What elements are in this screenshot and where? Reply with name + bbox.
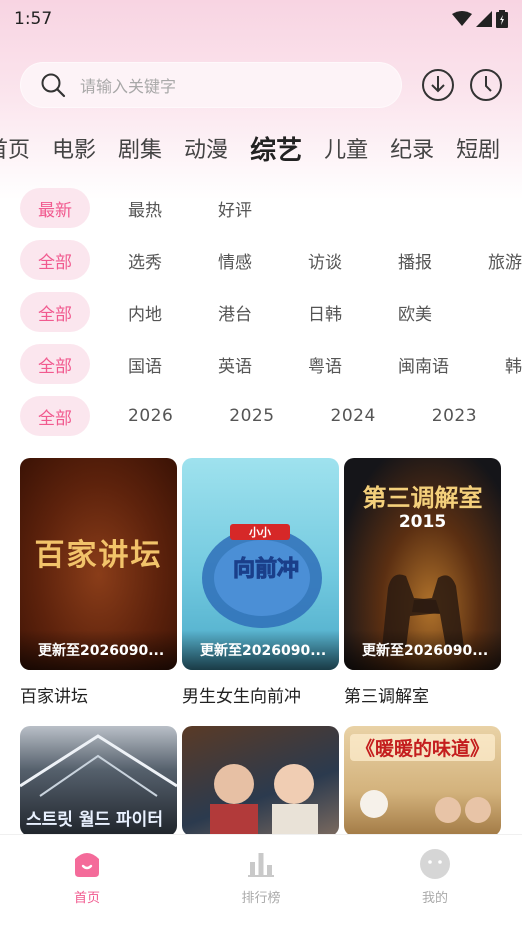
- nav-mine-label: 我的: [421, 891, 448, 906]
- filter-row-sort: 最新 最热 好评: [20, 186, 522, 230]
- nav-ranking[interactable]: 排行榜: [211, 847, 311, 947]
- filter-chip-language[interactable]: 韩语: [487, 344, 522, 384]
- search-placeholder: 请输入关键字: [80, 77, 177, 96]
- category-tabs: 首页 电影 剧集 动漫 综艺 儿童 纪录 短剧: [0, 126, 508, 170]
- filter-chip-region[interactable]: 内地: [110, 292, 180, 332]
- poster-image[interactable]: [182, 726, 339, 836]
- history-button[interactable]: [468, 67, 504, 103]
- filter-chip-region[interactable]: 欧美: [380, 292, 450, 332]
- update-badge: 更新至2026090...: [344, 630, 501, 670]
- poster-title-art: 스트릿 월드 파이터: [26, 810, 163, 830]
- filter-chip-type-all[interactable]: 全部: [20, 240, 90, 280]
- video-title[interactable]: 男生女生向前冲: [182, 682, 339, 712]
- filter-chip-top-rated[interactable]: 好评: [200, 188, 270, 228]
- poster-image[interactable]: 第三调解室 2015 更新至2026090...: [344, 458, 501, 670]
- nav-ranking-label: 排行榜: [241, 891, 281, 906]
- svg-text:小小: 小小: [248, 525, 271, 539]
- filter-chip-year[interactable]: 2025: [211, 396, 292, 436]
- filter-chip-language-all[interactable]: 全部: [20, 344, 90, 384]
- status-bar: 1:57: [0, 0, 522, 38]
- download-button[interactable]: [420, 67, 456, 103]
- filter-chip-hottest[interactable]: 最热: [110, 188, 180, 228]
- nav-home-label: 首页: [73, 891, 100, 906]
- filter-chip-year[interactable]: 2023: [414, 396, 495, 436]
- clock-icon: [470, 69, 502, 101]
- poster-image[interactable]: 百家讲坛 更新至2026090...: [20, 458, 177, 670]
- video-card[interactable]: [182, 726, 339, 836]
- filter-chip-latest[interactable]: 最新: [20, 188, 90, 228]
- tab-anime[interactable]: 动漫: [184, 132, 228, 164]
- poster-title-art: 百家讲坛: [34, 538, 163, 573]
- filter-row-type: 全部 选秀 情感 访谈 播报 旅游 音乐: [20, 238, 522, 282]
- filter-chip-type[interactable]: 播报: [380, 240, 450, 280]
- search-row: 请输入关键字: [20, 62, 510, 108]
- tab-short-drama[interactable]: 短剧: [456, 132, 500, 164]
- poster-art: [360, 790, 491, 823]
- svg-text:向前冲: 向前冲: [233, 556, 299, 582]
- video-card[interactable]: 小小 向前冲 更新至2026090... 男生女生向前冲: [182, 458, 339, 712]
- tab-kids[interactable]: 儿童: [324, 132, 368, 164]
- signal-icon: [476, 11, 492, 27]
- filter-chip-type[interactable]: 选秀: [110, 240, 180, 280]
- filter-row-year: 全部 2026 2025 2024 2023 2022 2021: [20, 394, 522, 438]
- video-grid: 百家讲坛 更新至2026090... 百家讲坛 小小 向前冲 更新至202609…: [20, 458, 502, 836]
- nav-mine[interactable]: 我的: [385, 847, 485, 947]
- search-input[interactable]: 请输入关键字: [20, 62, 402, 108]
- video-title[interactable]: 百家讲坛: [20, 682, 177, 712]
- filter-row-region: 全部 内地 港台 日韩 欧美: [20, 290, 522, 334]
- filter-chip-region-all[interactable]: 全部: [20, 292, 90, 332]
- filter-chip-region[interactable]: 港台: [200, 292, 270, 332]
- filter-row-language: 全部 国语 英语 粤语 闽南语 韩语 日语: [20, 342, 522, 386]
- update-badge: 更新至2026090...: [182, 630, 339, 670]
- poster-image[interactable]: 《暖暖的味道》: [344, 726, 501, 836]
- filter-chip-type[interactable]: 情感: [200, 240, 270, 280]
- filter-chip-year[interactable]: 2024: [313, 396, 394, 436]
- download-icon: [422, 69, 454, 101]
- filter-chip-language[interactable]: 粤语: [290, 344, 360, 384]
- tab-series[interactable]: 剧集: [118, 132, 162, 164]
- status-time: 1:57: [14, 9, 53, 29]
- filter-chip-language[interactable]: 国语: [110, 344, 180, 384]
- video-title[interactable]: 第三调解室: [344, 682, 501, 712]
- video-card[interactable]: 百家讲坛 更新至2026090... 百家讲坛: [20, 458, 177, 712]
- filter-chip-year[interactable]: 2026: [110, 396, 191, 436]
- filter-chip-language[interactable]: 英语: [200, 344, 270, 384]
- tab-variety[interactable]: 综艺: [250, 130, 302, 167]
- status-icons: [452, 10, 508, 28]
- poster-image[interactable]: 小小 向前冲 更新至2026090...: [182, 458, 339, 670]
- video-card[interactable]: 《暖暖的味道》: [344, 726, 501, 836]
- wifi-icon: [452, 11, 472, 26]
- filter-chip-region[interactable]: 日韩: [290, 292, 360, 332]
- ranking-icon: [244, 847, 278, 881]
- search-icon: [41, 73, 66, 98]
- filter-chip-language[interactable]: 闽南语: [380, 344, 467, 384]
- profile-icon: [418, 847, 452, 881]
- filter-chip-year-all[interactable]: 全部: [20, 396, 90, 436]
- battery-icon: [496, 10, 508, 28]
- video-card[interactable]: 스트릿 월드 파이터: [20, 726, 177, 836]
- poster-art: [210, 764, 318, 836]
- update-badge: 更新至2026090...: [20, 630, 177, 670]
- filter-chip-year[interactable]: 2022: [515, 396, 522, 436]
- nav-home[interactable]: 首页: [37, 847, 137, 947]
- filter-chip-type[interactable]: 旅游: [470, 240, 522, 280]
- filter-panel: 最新 最热 好评 全部 选秀 情感 访谈 播报 旅游 音乐 全部 内地 港台 日…: [20, 186, 522, 446]
- home-icon: [70, 847, 104, 881]
- video-card[interactable]: 第三调解室 2015 更新至2026090... 第三调解室: [344, 458, 501, 712]
- tab-home[interactable]: 首页: [0, 132, 30, 164]
- tab-documentary[interactable]: 纪录: [390, 132, 434, 164]
- tab-movie[interactable]: 电影: [52, 132, 96, 164]
- poster-image[interactable]: 스트릿 월드 파이터: [20, 726, 177, 836]
- bottom-nav: 首页 排行榜 我的: [0, 834, 522, 947]
- filter-chip-type[interactable]: 访谈: [290, 240, 360, 280]
